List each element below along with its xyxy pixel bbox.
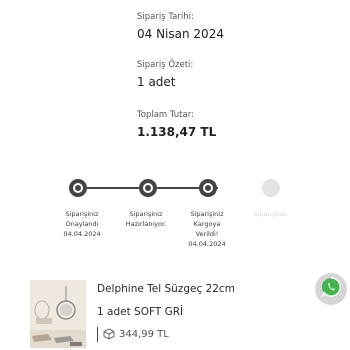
whatsapp-icon [320,276,342,302]
step-3-line3: Verildi! [195,230,219,238]
step-3-line1: Siparişiniz [190,210,224,218]
step-3-line2: Kargoya [193,220,221,228]
progress-step-3-icon [199,179,217,197]
progress-step-4-icon [262,179,280,197]
progress-step-1-text: Siparişiniz Onaylandı 04.04.2024 [52,209,112,239]
step-2-line1: Siparişiniz [129,210,163,218]
whatsapp-button[interactable] [315,273,347,305]
step-1-date: 04.04.2024 [63,230,101,238]
progress-step-4-text: Siparişiniz [240,209,300,219]
price-divider [97,326,98,342]
step-3-date: 04.04.2024 [188,240,226,248]
product-image[interactable] [30,280,86,348]
order-total-label: Toplam Tutar: [137,110,194,120]
step-1-line2: Onaylandı [65,220,99,228]
product-price: 344,99 TL [119,328,169,340]
order-total-block: Toplam Tutar: 1.138,47 TL [137,110,216,139]
order-date-value: 04 Nisan 2024 [137,27,224,41]
product-quantity-variant: 1 adet SOFT GRİ [97,306,184,318]
progress-step-3-text: Siparişiniz Kargoya Verildi! 04.04.2024 [177,209,237,249]
package-icon [103,325,115,344]
product-name[interactable]: Delphine Tel Süzgeç 22cm [97,283,235,295]
strainer-image [30,280,86,348]
order-product-item[interactable]: Delphine Tel Süzgeç 22cm 1 adet SOFT GRİ… [0,275,350,350]
progress-step-2-text: Siparişiniz Hazırlanıyor. [116,209,176,229]
order-date-block: Sipariş Tarihi: 04 Nisan 2024 [137,12,224,41]
step-1-line1: Siparişiniz [65,210,99,218]
order-summary-label: Sipariş Özeti: [137,60,194,70]
step-2-line2: Hazırlanıyor. [125,220,167,228]
progress-step-2-icon [139,179,157,197]
step-4-line1: Siparişiniz [253,210,287,218]
order-total-value: 1.138,47 TL [137,125,217,139]
progress-step-1-icon [69,179,87,197]
order-detail-page: Sipariş Tarihi: 04 Nisan 2024 Sipariş Öz… [0,0,350,350]
product-price-row: 344,99 TL [97,326,169,342]
order-date-label: Sipariş Tarihi: [137,12,194,22]
order-summary-value: 1 adet [137,75,176,89]
order-summary-block: Sipariş Özeti: 1 adet [137,60,193,89]
